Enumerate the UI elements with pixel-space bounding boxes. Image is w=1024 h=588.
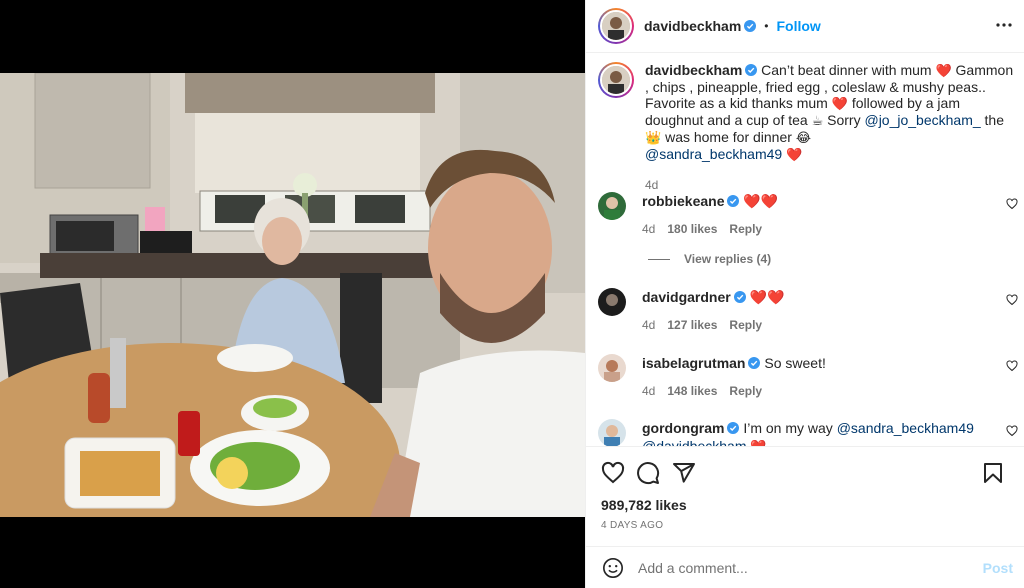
caption-avatar[interactable] — [598, 62, 634, 98]
reply-button[interactable]: Reply — [729, 384, 762, 398]
like-comment-icon[interactable] — [1006, 360, 1018, 372]
caption-part: Can’t beat dinner with mum — [757, 62, 936, 78]
author-username[interactable]: davidbeckham — [644, 18, 741, 34]
view-replies-label: View replies (4) — [684, 252, 772, 266]
emoji-picker-icon[interactable] — [602, 557, 624, 579]
caption-time: 4d — [645, 178, 659, 192]
comment-item: isabelagrutman So sweet! 4d 148 likes Repl… — [598, 354, 1018, 400]
save-bookmark-icon[interactable] — [981, 461, 1005, 485]
mention-link[interactable]: @sandra_beckham49 — [837, 420, 974, 436]
commenter-avatar[interactable] — [598, 288, 626, 316]
tea-emoji: ☕ — [811, 113, 824, 128]
comment-item: gordongram I’m on my way @sandra_beckham… — [598, 419, 1018, 446]
comment-text: ❤️❤️ — [749, 289, 785, 305]
reply-button[interactable]: Reply — [729, 318, 762, 332]
author-avatar[interactable] — [598, 8, 634, 44]
verified-icon — [748, 357, 761, 369]
caption-username[interactable]: davidbeckham — [645, 62, 742, 78]
comment-item: davidgardner ❤️❤️ 4d 127 likes Reply — [598, 288, 1018, 334]
heart-emoji: ❤️ — [750, 439, 766, 446]
comment-icon[interactable] — [636, 461, 660, 485]
kitchen-dinner-photo — [0, 73, 585, 517]
post-photo[interactable] — [0, 73, 585, 517]
comment-time: 4d — [642, 384, 656, 398]
comment-time: 4d — [642, 318, 656, 332]
likes-count[interactable]: 989,782 likes — [601, 497, 687, 513]
share-icon[interactable] — [672, 461, 696, 485]
caption-part: the — [980, 112, 1005, 128]
commenter-username[interactable]: gordongram — [642, 420, 724, 436]
mention-link[interactable]: @jo_jo_beckham_ — [864, 112, 980, 128]
caption-part: Sorry — [823, 112, 865, 128]
post-header: davidbeckham • Follow — [586, 0, 1024, 53]
view-replies-button[interactable]: View replies (4) — [648, 252, 771, 266]
reply-button[interactable]: Reply — [729, 222, 762, 236]
verified-icon — [727, 422, 740, 434]
verified-icon — [744, 20, 757, 32]
comment-input[interactable]: Add a comment... — [638, 560, 748, 576]
avatar-image — [602, 12, 630, 40]
comment-likes[interactable]: 127 likes — [667, 318, 717, 332]
mention-link[interactable]: @davidbeckham — [642, 438, 747, 446]
heart-emoji: ❤️ — [786, 147, 803, 162]
verified-icon — [745, 64, 758, 76]
comments-list[interactable]: davidbeckham Can’t beat dinner with mum … — [586, 54, 1024, 446]
post-date: 4 DAYS AGO — [601, 520, 664, 531]
comment-item: robbiekeane ❤️❤️ 4d 180 likes Reply — [598, 192, 1018, 238]
commenter-username[interactable]: isabelagrutman — [642, 355, 745, 371]
verified-icon — [727, 195, 740, 207]
like-heart-icon[interactable] — [601, 461, 625, 485]
separator-dot: • — [764, 19, 769, 33]
laugh-emoji: 😂 — [795, 130, 812, 145]
post-comment-button[interactable]: Post — [983, 560, 1013, 576]
caption-text: davidbeckham Can’t beat dinner with mum … — [645, 62, 1018, 193]
comment-text: ❤️❤️ — [743, 193, 779, 209]
replies-line — [648, 258, 670, 260]
post-details-panel: davidbeckham • Follow davidbeckham Can’t… — [585, 0, 1024, 588]
commenter-username[interactable]: robbiekeane — [642, 193, 724, 209]
like-comment-icon[interactable] — [1006, 294, 1018, 306]
follow-button[interactable]: Follow — [776, 18, 820, 34]
comment-likes[interactable]: 180 likes — [667, 222, 717, 236]
comment-text: So sweet! — [764, 355, 826, 371]
like-comment-icon[interactable] — [1006, 425, 1018, 437]
comment-time: 4d — [642, 222, 656, 236]
heart-emoji: ❤️ — [831, 96, 848, 111]
post-caption: davidbeckham Can’t beat dinner with mum … — [598, 62, 1018, 193]
mention-link[interactable]: @sandra_beckham49 — [645, 146, 782, 162]
post-media-area — [0, 0, 585, 588]
comment-text: I’m on my way — [743, 420, 837, 436]
caption-part: was home for dinner — [661, 129, 796, 145]
commenter-avatar[interactable] — [598, 419, 626, 446]
like-comment-icon[interactable] — [1006, 198, 1018, 210]
commenter-username[interactable]: davidgardner — [642, 289, 731, 305]
commenter-avatar[interactable] — [598, 192, 626, 220]
comment-likes[interactable]: 148 likes — [667, 384, 717, 398]
post-actions: 989,782 likes 4 DAYS AGO — [586, 446, 1024, 546]
avatar-image — [602, 66, 630, 94]
crown-emoji: 👑 — [645, 130, 662, 145]
verified-icon — [733, 291, 746, 303]
heart-emoji: ❤️ — [935, 63, 952, 78]
commenter-avatar[interactable] — [598, 354, 626, 382]
more-options-icon[interactable] — [995, 16, 1013, 34]
add-comment-bar: Add a comment... Post — [586, 546, 1024, 588]
